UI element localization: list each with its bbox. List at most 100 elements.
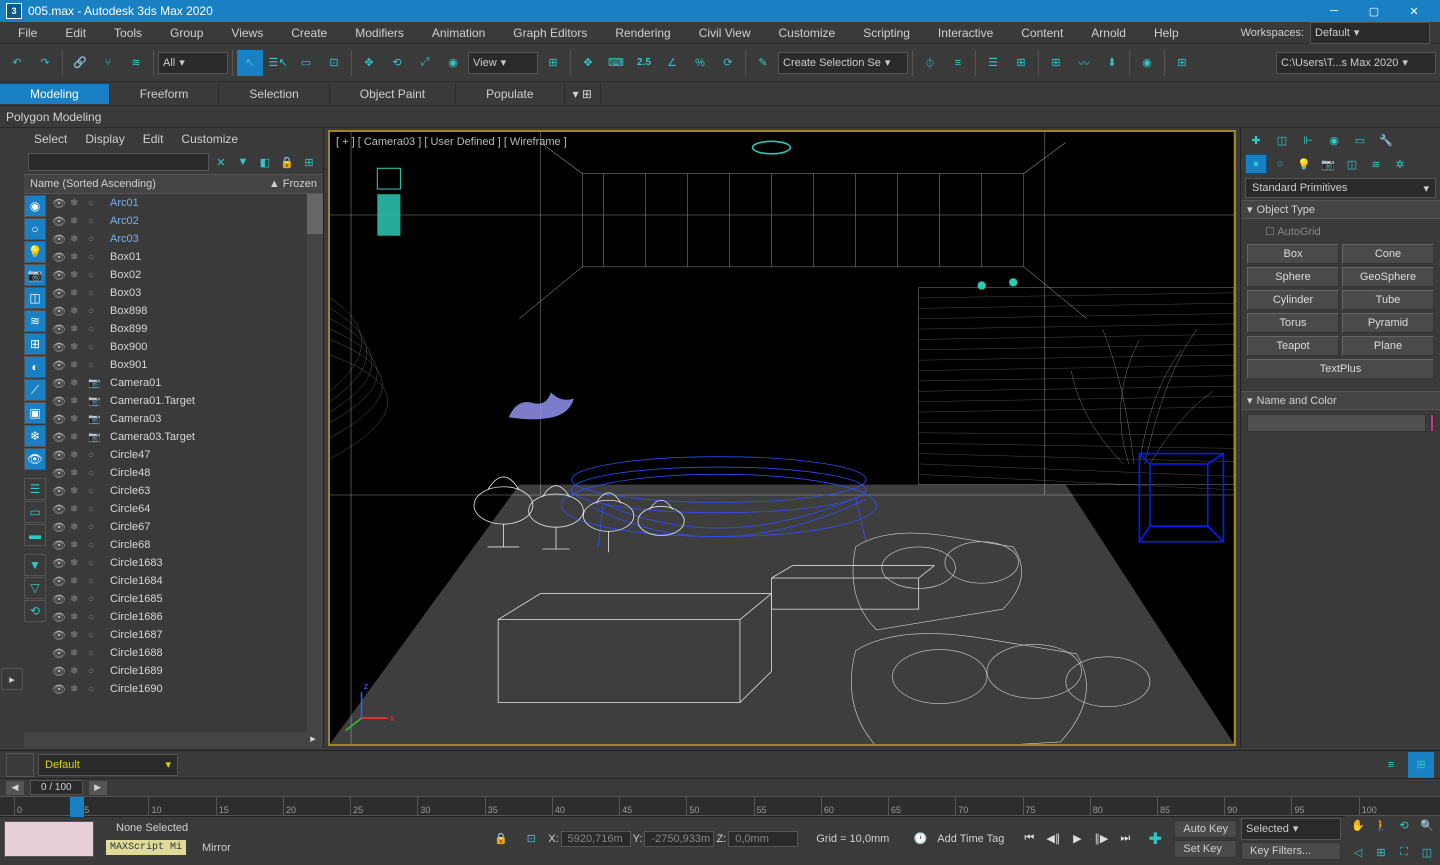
motion-tab-icon[interactable]: ◉ xyxy=(1323,130,1345,150)
menu-civilview[interactable]: Civil View xyxy=(685,24,765,42)
material-button[interactable]: ◉ xyxy=(1134,50,1160,76)
visibility-icon[interactable]: 👁 xyxy=(52,467,66,480)
scene-item[interactable]: 👁❄📷Camera03.Target xyxy=(48,428,307,446)
freeze-icon[interactable]: ❄ xyxy=(70,468,84,479)
viewport-label[interactable]: [ + ] [ Camera03 ] [ User Defined ] [ Wi… xyxy=(336,136,567,148)
scene-item[interactable]: 👁❄○Circle1683 xyxy=(48,554,307,572)
autogrid-check[interactable]: ☐ AutoGrid xyxy=(1247,223,1434,244)
filter-e-icon[interactable]: ▽ xyxy=(24,577,46,599)
visibility-icon[interactable]: 👁 xyxy=(52,629,66,642)
menu-arnold[interactable]: Arnold xyxy=(1077,24,1140,42)
goto-start-button[interactable]: ⏮ xyxy=(1018,828,1040,850)
project-path[interactable]: C:\Users\T...s Max 2020▾ xyxy=(1276,52,1436,74)
isolate-icon[interactable]: ⊡ xyxy=(518,826,544,852)
ribbon-expand[interactable]: ▾ ⊞ xyxy=(565,84,601,104)
visibility-icon[interactable]: 👁 xyxy=(52,359,66,372)
pivot-button[interactable]: ⊞ xyxy=(540,50,566,76)
display-tab-icon[interactable]: ▭ xyxy=(1349,130,1371,150)
close-button[interactable]: ✕ xyxy=(1394,0,1434,22)
select-rect-button[interactable]: ▭ xyxy=(293,50,319,76)
visibility-icon[interactable]: 👁 xyxy=(52,575,66,588)
scene-item[interactable]: 👁❄○Circle1689 xyxy=(48,662,307,680)
filter-cameras-icon[interactable]: 📷 xyxy=(24,264,46,286)
menu-customize[interactable]: Customize xyxy=(765,24,850,42)
link-button[interactable]: 🔗 xyxy=(67,50,93,76)
polygon-modeling-label[interactable]: Polygon Modeling xyxy=(6,110,101,124)
freeze-icon[interactable]: ❄ xyxy=(70,414,84,425)
freeze-icon[interactable]: ❄ xyxy=(70,684,84,695)
freeze-icon[interactable]: ❄ xyxy=(70,396,84,407)
visibility-icon[interactable]: 👁 xyxy=(52,647,66,660)
scene-item[interactable]: 👁❄○Circle1687 xyxy=(48,626,307,644)
visibility-icon[interactable]: 👁 xyxy=(52,377,66,390)
geometry-cat-icon[interactable]: ● xyxy=(1245,154,1267,174)
menu-group[interactable]: Group xyxy=(156,24,217,42)
scene-item[interactable]: 👁❄○Box899 xyxy=(48,320,307,338)
primitive-box[interactable]: Box xyxy=(1247,244,1339,264)
freeze-icon[interactable]: ❄ xyxy=(70,594,84,605)
filter-dropdown[interactable]: All▾ xyxy=(158,52,228,74)
coord-z-value[interactable]: 0,0mm xyxy=(728,831,798,847)
bind-button[interactable]: ≋ xyxy=(123,50,149,76)
timeline-marker[interactable] xyxy=(70,797,84,817)
key-button[interactable]: ✚ xyxy=(1140,824,1170,854)
freeze-icon[interactable]: ❄ xyxy=(70,558,84,569)
menu-tools[interactable]: Tools xyxy=(100,24,156,42)
primitive-cone[interactable]: Cone xyxy=(1342,244,1434,264)
scene-item[interactable]: 👁❄○Circle1684 xyxy=(48,572,307,590)
freeze-icon[interactable]: ❄ xyxy=(70,324,84,335)
maximize-button[interactable]: ▢ xyxy=(1354,0,1394,22)
primitive-sphere[interactable]: Sphere xyxy=(1247,267,1339,287)
freeze-icon[interactable]: ❄ xyxy=(70,432,84,443)
tab-populate[interactable]: Populate xyxy=(456,84,564,104)
freeze-icon[interactable]: ❄ xyxy=(70,234,84,245)
scene-list[interactable]: 👁❄○Arc01👁❄○Arc02👁❄○Arc03👁❄○Box01👁❄○Box02… xyxy=(48,194,307,732)
freeze-icon[interactable]: ❄ xyxy=(70,306,84,317)
menu-rendering[interactable]: Rendering xyxy=(601,24,684,42)
menu-content[interactable]: Content xyxy=(1007,24,1077,42)
filter-groups-icon[interactable]: ⊞ xyxy=(24,333,46,355)
filter-d-icon[interactable]: ▼ xyxy=(24,554,46,576)
render-setup-button[interactable]: ⊞ xyxy=(1169,50,1195,76)
freeze-icon[interactable]: ❄ xyxy=(70,576,84,587)
menu-views[interactable]: Views xyxy=(217,24,277,42)
add-time-tag[interactable]: Add Time Tag xyxy=(937,833,1014,845)
visibility-icon[interactable]: 👁 xyxy=(52,305,66,318)
nav-region-icon[interactable]: ◫ xyxy=(1414,839,1440,865)
angle-snap-button[interactable]: ∠ xyxy=(659,50,685,76)
scene-search-input[interactable] xyxy=(28,153,209,171)
timeline-ruler[interactable]: 051015 20253035 40455055 60657075 808590… xyxy=(0,796,1440,816)
filter-frozen-icon[interactable]: ❄ xyxy=(24,425,46,447)
tl-prev[interactable]: ◀ xyxy=(6,781,24,795)
scene-item[interactable]: 👁❄📷Camera01 xyxy=(48,374,307,392)
play-button[interactable]: ▶ xyxy=(1066,828,1088,850)
freeze-icon[interactable]: ❄ xyxy=(70,378,84,389)
filter-a-icon[interactable]: ☰ xyxy=(24,478,46,500)
next-frame-button[interactable]: ∥▶ xyxy=(1090,828,1112,850)
freeze-icon[interactable]: ❄ xyxy=(70,540,84,551)
shapes-cat-icon[interactable]: ○ xyxy=(1269,154,1291,174)
scene-item[interactable]: 👁❄○Box01 xyxy=(48,248,307,266)
menu-create[interactable]: Create xyxy=(277,24,341,42)
menu-interactive[interactable]: Interactive xyxy=(924,24,1007,42)
coord-x-value[interactable]: 5920,716m xyxy=(561,831,631,847)
visibility-icon[interactable]: 👁 xyxy=(52,449,66,462)
selection-set-dropdown[interactable]: Create Selection Se▾ xyxy=(778,52,908,74)
select-name-button[interactable]: ☰↖ xyxy=(265,50,291,76)
visibility-icon[interactable]: 👁 xyxy=(52,431,66,444)
left-expand[interactable]: ▸ xyxy=(1,668,23,690)
manipulate-button[interactable]: ✥ xyxy=(575,50,601,76)
workspaces-dropdown[interactable]: Default▾ xyxy=(1310,22,1430,44)
scene-scrollbar[interactable] xyxy=(307,194,323,732)
visibility-icon[interactable]: 👁 xyxy=(52,323,66,336)
scale-button[interactable]: ⤢ xyxy=(412,50,438,76)
scene-item[interactable]: 👁❄○Circle1685 xyxy=(48,590,307,608)
lock-icon[interactable]: 🔒 xyxy=(277,152,297,172)
visibility-icon[interactable]: 👁 xyxy=(52,251,66,264)
menu-help[interactable]: Help xyxy=(1140,24,1193,42)
visibility-icon[interactable]: 👁 xyxy=(52,503,66,516)
space-cat-icon[interactable]: ≋ xyxy=(1365,154,1387,174)
mirror-button[interactable]: ⏀ xyxy=(917,50,943,76)
visibility-icon[interactable]: 👁 xyxy=(52,287,66,300)
freeze-icon[interactable]: ❄ xyxy=(70,486,84,497)
